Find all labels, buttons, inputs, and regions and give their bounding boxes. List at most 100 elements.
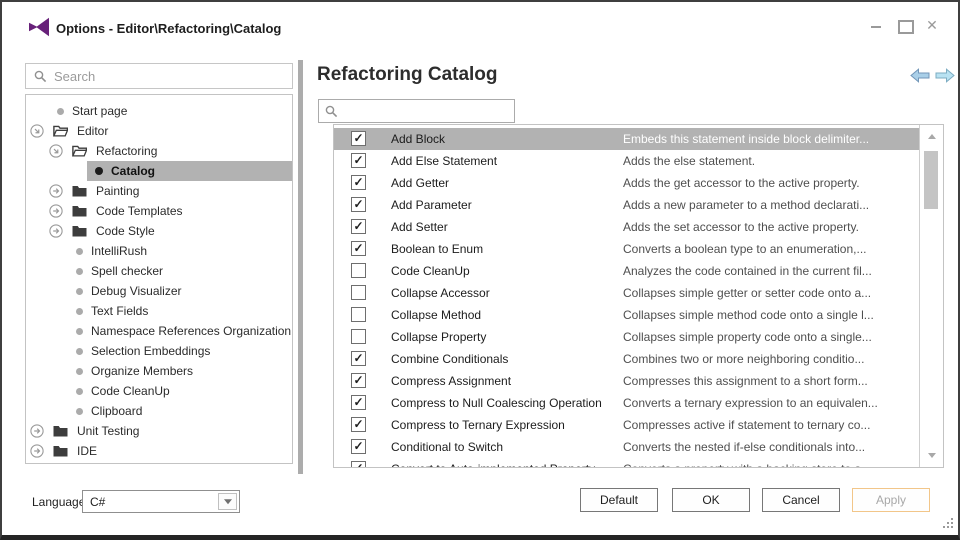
catalog-row-add-setter[interactable]: ✓Add SetterAdds the set accessor to the …	[334, 216, 919, 238]
back-arrow-icon[interactable]	[910, 68, 930, 83]
scrollbar-thumb[interactable]	[924, 151, 938, 209]
refactoring-name: Boolean to Enum	[391, 242, 483, 256]
catalog-row-boolean-to-enum[interactable]: ✓ Boolean to Enum Converts a boolean type …	[334, 238, 919, 260]
bullet-icon	[57, 108, 64, 115]
minimize-button[interactable]	[868, 17, 884, 33]
tree-item-painting[interactable]: Painting	[26, 181, 292, 201]
chevron-expanded-icon[interactable]	[30, 124, 44, 138]
row-checkbox[interactable]: ✓	[351, 417, 366, 432]
refactoring-description: Analyzes the code contained in the curre…	[623, 264, 915, 278]
refactoring-description: Adds a new parameter to a method declara…	[623, 198, 915, 212]
catalog-row-convert-to-auto-implemented-property[interactable]: ✓Convert to Auto-implemented PropertyCon…	[334, 458, 919, 467]
tree-item-debug-visualizer[interactable]: Debug Visualizer	[26, 281, 292, 301]
tree-item-intellirush[interactable]: IntelliRush	[26, 241, 292, 261]
tree-item-refactoring[interactable]: Refactoring	[26, 141, 292, 161]
catalog-row-add-block[interactable]: ✓Add BlockEmbeds this statement inside b…	[334, 128, 919, 150]
row-checkbox[interactable]	[351, 307, 366, 322]
tree-item-text-fields[interactable]: Text Fields	[26, 301, 292, 321]
tree-item-code-cleanup[interactable]: Code CleanUp	[26, 381, 292, 401]
refactoring-description: Converts a boolean type to an enumeratio…	[623, 242, 915, 256]
catalog-row-compress-to-null-coalescing-operation[interactable]: ✓Compress to Null Coalescing OperationCo…	[334, 392, 919, 414]
maximize-button[interactable]	[896, 17, 912, 33]
apply-button[interactable]: Apply	[852, 488, 930, 512]
bullet-icon	[76, 348, 83, 355]
catalog-row-collapse-accessor[interactable]: Collapse AccessorCollapses simple getter…	[334, 282, 919, 304]
chevron-collapsed-icon[interactable]	[30, 424, 44, 438]
language-combobox[interactable]: C#	[82, 490, 240, 513]
chevron-collapsed-icon[interactable]	[49, 204, 63, 218]
catalog-row-collapse-method[interactable]: Collapse Method Collapses simple method c…	[334, 304, 919, 326]
refactoring-name: Collapse Method	[391, 308, 481, 322]
row-checkbox[interactable]: ✓	[351, 197, 366, 212]
tree-item-clipboard[interactable]: Clipboard	[26, 401, 292, 421]
scroll-up-icon[interactable]	[928, 134, 936, 139]
refactoring-name: Compress to Ternary Expression	[391, 418, 565, 432]
tree-item-editor[interactable]: Editor	[26, 121, 292, 141]
default-button[interactable]: Default	[580, 488, 658, 512]
tree-item-code-templates[interactable]: Code Templates	[26, 201, 292, 221]
row-checkbox[interactable]: ✓	[351, 395, 366, 410]
row-checkbox[interactable]: ✓	[351, 461, 366, 467]
folder-closed-icon	[72, 185, 87, 197]
row-checkbox[interactable]	[351, 263, 366, 278]
catalog-search-input[interactable]	[343, 101, 511, 121]
folder-closed-icon	[72, 225, 87, 237]
folder-closed-icon	[72, 205, 87, 217]
tree-item-namespace-references-organization[interactable]: Namespace References Organization	[26, 321, 292, 341]
chevron-expanded-icon[interactable]	[49, 144, 63, 158]
refactoring-description: Collapses simple getter or setter code o…	[623, 286, 915, 300]
refactoring-name: Conditional to Switch	[391, 440, 503, 454]
refactoring-name: Add Else Statement	[391, 154, 497, 168]
row-checkbox[interactable]: ✓	[351, 439, 366, 454]
catalog-row-compress-to-ternary-expression[interactable]: ✓Compress to Ternary ExpressionCompresse…	[334, 414, 919, 436]
window-title: Options - Editor\Refactoring\Catalog	[56, 21, 281, 36]
row-checkbox[interactable]: ✓	[351, 219, 366, 234]
refactoring-list: ✓Add BlockEmbeds this statement inside b…	[333, 124, 944, 468]
bullet-icon	[76, 368, 83, 375]
row-checkbox[interactable]: ✓	[351, 175, 366, 190]
catalog-row-collapse-property[interactable]: Collapse PropertyCollapses simple proper…	[334, 326, 919, 348]
close-button[interactable]: ✕	[924, 17, 940, 33]
tree-item-ide[interactable]: IDE	[26, 441, 292, 461]
tree-item-label: Editor	[77, 124, 108, 138]
tree-item-organize-members[interactable]: Organize Members	[26, 361, 292, 381]
row-checkbox[interactable]: ✓	[351, 373, 366, 388]
scroll-down-icon[interactable]	[928, 453, 936, 458]
vertical-scrollbar[interactable]	[919, 125, 943, 467]
forward-arrow-icon[interactable]	[935, 68, 955, 83]
row-checkbox[interactable]: ✓	[351, 153, 366, 168]
tree-item-catalog[interactable]: Catalog	[26, 161, 292, 181]
row-checkbox[interactable]: ✓	[351, 131, 366, 146]
chevron-collapsed-icon[interactable]	[49, 184, 63, 198]
tree-item-start-page[interactable]: Start page	[26, 101, 292, 121]
tree-item-label: Catalog	[111, 164, 155, 178]
row-checkbox[interactable]: ✓	[351, 351, 366, 366]
catalog-row-combine-conditionals[interactable]: ✓Combine ConditionalsCombines two or mor…	[334, 348, 919, 370]
sidebar-search-input[interactable]	[54, 65, 286, 87]
catalog-row-add-getter[interactable]: ✓Add GetterAdds the get accessor to the …	[334, 172, 919, 194]
row-checkbox[interactable]	[351, 285, 366, 300]
catalog-row-add-else-statement[interactable]: ✓Add Else StatementAdds the else stateme…	[334, 150, 919, 172]
refactoring-name: Compress Assignment	[391, 374, 511, 388]
tree-item-code-style[interactable]: Code Style	[26, 221, 292, 241]
row-checkbox[interactable]	[351, 329, 366, 344]
chevron-collapsed-icon[interactable]	[49, 224, 63, 238]
catalog-row-code-cleanup[interactable]: Code CleanUpAnalyzes the code contained …	[334, 260, 919, 282]
tree-item-unit-testing[interactable]: Unit Testing	[26, 421, 292, 441]
tree-item-selection-embeddings[interactable]: Selection Embeddings	[26, 341, 292, 361]
tree-item-label: Spell checker	[91, 264, 163, 278]
tree-item-spell-checker[interactable]: Spell checker	[26, 261, 292, 281]
chevron-collapsed-icon[interactable]	[30, 444, 44, 458]
ok-button[interactable]: OK	[672, 488, 750, 512]
cancel-button[interactable]: Cancel	[762, 488, 840, 512]
catalog-row-conditional-to-switch[interactable]: ✓Conditional to SwitchConverts the neste…	[334, 436, 919, 458]
resize-grip-icon[interactable]	[951, 526, 953, 528]
catalog-row-compress-assignment[interactable]: ✓Compress AssignmentCompresses this assi…	[334, 370, 919, 392]
refactoring-description: Collapses simple method code onto a sing…	[623, 308, 915, 322]
bullet-icon	[76, 268, 83, 275]
catalog-row-add-parameter[interactable]: ✓Add ParameterAdds a new parameter to a …	[334, 194, 919, 216]
bullet-icon	[76, 388, 83, 395]
row-checkbox[interactable]: ✓	[351, 241, 366, 256]
panel-splitter[interactable]	[298, 60, 303, 474]
dropdown-arrow-icon[interactable]	[218, 493, 237, 510]
